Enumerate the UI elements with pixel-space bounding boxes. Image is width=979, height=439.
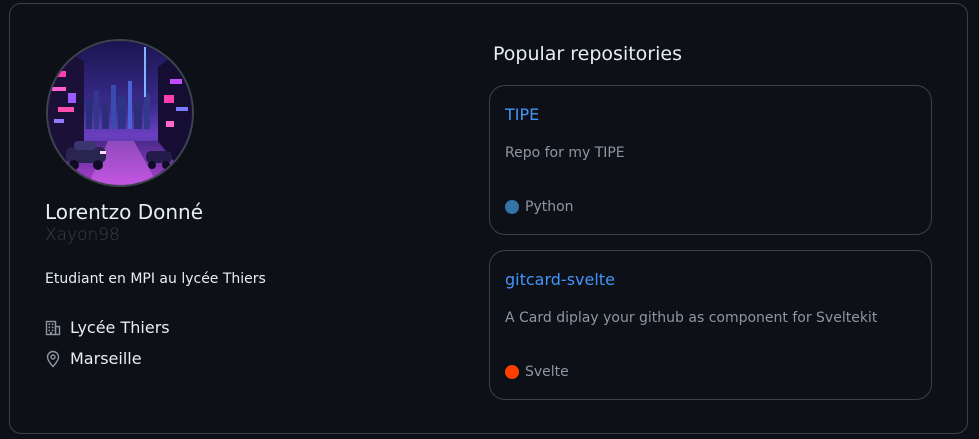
repo-language: Python	[505, 199, 574, 215]
location-pin-icon	[45, 350, 61, 368]
profile-name: Lorentzo Donné	[45, 200, 204, 224]
profile-bio: Etudiant en MPI au lycée Thiers	[45, 271, 266, 287]
repo-card[interactable]: gitcard-svelte A Card diplay your github…	[489, 250, 932, 400]
repo-description: A Card diplay your github as component f…	[505, 310, 878, 326]
repo-name-link[interactable]: TIPE	[505, 105, 539, 124]
profile-card: Lorentzo Donné Xayon98 Etudiant en MPI a…	[9, 3, 968, 434]
language-color-dot	[505, 200, 519, 214]
profile-username: Xayon98	[45, 225, 120, 245]
language-label: Svelte	[525, 364, 569, 380]
language-label: Python	[525, 199, 574, 215]
language-color-dot	[505, 365, 519, 379]
repo-language: Svelte	[505, 364, 569, 380]
repo-description: Repo for my TIPE	[505, 145, 625, 161]
popular-repos-title: Popular repositories	[493, 43, 682, 65]
avatar	[46, 39, 194, 187]
repo-card[interactable]: TIPE Repo for my TIPE Python	[489, 85, 932, 235]
location-info: Marseille	[45, 349, 142, 368]
company-info: Lycée Thiers	[45, 318, 170, 337]
location-label: Marseille	[70, 349, 142, 368]
company-label: Lycée Thiers	[70, 318, 170, 337]
repo-name-link[interactable]: gitcard-svelte	[505, 270, 615, 289]
building-icon	[45, 319, 61, 337]
